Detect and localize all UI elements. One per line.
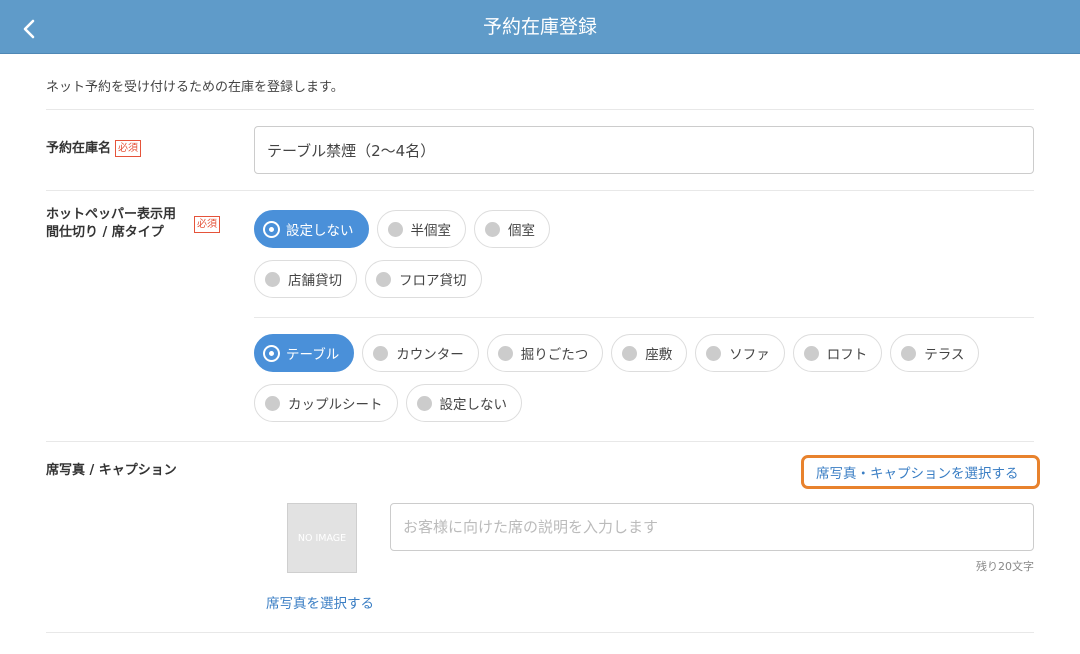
- select-photo-link[interactable]: 席写真を選択する: [266, 592, 374, 612]
- radio-icon: [373, 345, 389, 361]
- app-header: 予約在庫登録: [0, 0, 1080, 54]
- partition-option-store-charter[interactable]: 店舗貸切: [254, 260, 357, 298]
- divider: [46, 632, 1034, 633]
- divider: [46, 190, 1034, 191]
- radio-icon: [803, 345, 819, 361]
- partition-options: 設定しない 半個室 個室 店舗貸切 フロア貸切: [254, 210, 1034, 310]
- seat-option-sofa[interactable]: ソファ: [695, 334, 785, 372]
- divider: [254, 317, 1034, 318]
- stock-name-label-text: 予約在庫名: [46, 141, 112, 156]
- seat-option-couple[interactable]: カップルシート: [254, 384, 398, 422]
- page-title: 予約在庫登録: [482, 16, 597, 38]
- radio-icon: [416, 395, 432, 411]
- seat-type-label-line1: ホットペッパー表示用: [46, 207, 177, 222]
- seat-options: テーブル カウンター 掘りごたつ 座敷 ソファ ロフト テラス カップルシート …: [254, 334, 1034, 434]
- seat-option-table[interactable]: テーブル: [254, 334, 355, 372]
- radio-icon: [497, 345, 513, 361]
- seat-option-horigotatsu[interactable]: 掘りごたつ: [486, 334, 604, 372]
- no-image-placeholder: NO IMAGE: [287, 503, 357, 573]
- stock-name-input[interactable]: [254, 126, 1034, 174]
- seat-option-zashiki[interactable]: 座敷: [611, 334, 688, 372]
- select-photo-caption-link[interactable]: 席写真・キャプションを選択する: [816, 462, 1019, 482]
- divider: [46, 441, 1034, 442]
- radio-icon: [901, 345, 917, 361]
- seat-option-none[interactable]: 設定しない: [405, 384, 522, 422]
- remaining-characters: 残り20文字: [976, 560, 1034, 573]
- radio-icon: [387, 221, 403, 237]
- seat-option-loft[interactable]: ロフト: [792, 334, 883, 372]
- seat-option-counter[interactable]: カウンター: [362, 334, 479, 372]
- partition-option-private[interactable]: 個室: [474, 210, 550, 248]
- caption-input[interactable]: [390, 503, 1034, 551]
- radio-selected-icon: [265, 222, 278, 236]
- radio-icon: [706, 345, 722, 361]
- required-badge: 必須: [115, 140, 142, 157]
- radio-icon: [622, 345, 638, 361]
- required-badge: 必須: [194, 216, 220, 233]
- page-description: ネット予約を受け付けるための在庫を登録します。: [46, 80, 344, 95]
- radio-icon: [265, 271, 280, 287]
- radio-icon: [376, 271, 391, 287]
- stock-name-label: 予約在庫名 必須: [46, 140, 142, 158]
- photo-caption-label: 席写真 / キャプション: [46, 463, 177, 478]
- partition-option-none[interactable]: 設定しない: [254, 210, 369, 248]
- partition-option-semi-private[interactable]: 半個室: [376, 210, 466, 248]
- seat-type-label-line2: 間仕切り / 席タイプ: [46, 225, 164, 240]
- radio-icon: [265, 395, 280, 411]
- radio-icon: [485, 221, 500, 237]
- seat-type-label: ホットペッパー表示用 間仕切り / 席タイプ: [46, 206, 176, 242]
- radio-selected-icon: [265, 346, 278, 360]
- partition-option-floor-charter[interactable]: フロア貸切: [365, 260, 482, 298]
- divider: [46, 109, 1034, 110]
- seat-option-terrace[interactable]: テラス: [890, 334, 980, 372]
